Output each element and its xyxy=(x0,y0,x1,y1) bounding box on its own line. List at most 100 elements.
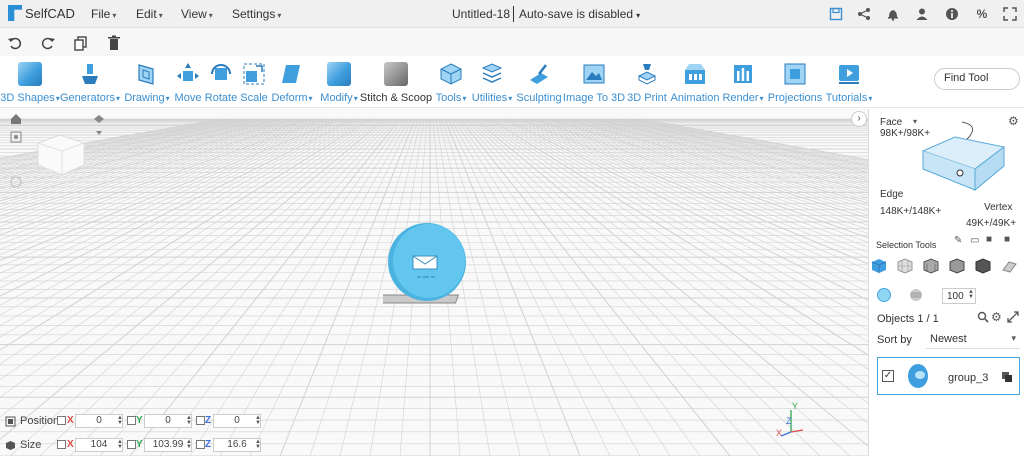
position-y-stepper[interactable]: ▲ ▼ xyxy=(186,415,192,426)
autosave-dropdown[interactable]: Auto-save is disabled xyxy=(519,7,640,21)
size-y-input[interactable]: 103.99 xyxy=(144,438,192,452)
face-dropdown-caret-icon[interactable]: ▾ xyxy=(913,117,917,126)
find-tool-input[interactable]: Find Tool xyxy=(934,68,1020,90)
collapse-panel-chevron-icon[interactable]: › xyxy=(851,111,867,127)
tool-sculpting[interactable]: Sculpting xyxy=(516,58,562,108)
size-x-stepper[interactable]: ▲ ▼ xyxy=(117,439,123,450)
size-z-stepper[interactable]: ▲ ▼ xyxy=(255,439,261,450)
vertex-count: 49K+/49K+ xyxy=(966,218,1017,229)
face-label[interactable]: Face xyxy=(880,117,902,128)
tool-stitch-scoop[interactable]: Stitch & Scoop xyxy=(360,58,432,108)
model-group-3[interactable] xyxy=(376,222,469,314)
tool-tutorials[interactable]: Tutorials xyxy=(825,58,873,108)
share-icon[interactable] xyxy=(857,7,871,21)
menu-edit[interactable]: Edit xyxy=(136,7,163,21)
paint-select-icon[interactable]: ✎ xyxy=(954,235,962,246)
trash-icon[interactable] xyxy=(106,35,122,51)
printer-icon xyxy=(635,62,659,86)
utilities-icon xyxy=(480,62,504,86)
color-swatch[interactable] xyxy=(877,288,891,302)
size-y-stepper[interactable]: ▲ ▼ xyxy=(186,439,192,450)
size-y-checkbox[interactable] xyxy=(127,440,136,449)
position-x-checkbox[interactable] xyxy=(57,416,66,425)
app-logo[interactable]: SelfCAD xyxy=(8,5,75,21)
object-group-icon[interactable] xyxy=(1001,371,1013,386)
tool-image-to-3d[interactable]: Image To 3D xyxy=(563,58,625,108)
info-icon[interactable] xyxy=(945,7,959,21)
menu-file[interactable]: File xyxy=(91,7,116,21)
objects-header: Objects 1 / 1 xyxy=(877,313,939,325)
percent-icon[interactable]: % xyxy=(975,7,989,21)
tool-animation[interactable]: Animation xyxy=(669,58,721,108)
wireframe-mode-icon[interactable] xyxy=(897,258,913,274)
document-title[interactable]: Untitled-18 xyxy=(452,7,510,21)
objects-expand-icon[interactable] xyxy=(1007,311,1019,326)
tool-3d-shapes[interactable]: 3D Shapes xyxy=(0,58,60,108)
object-list-item[interactable]: ✓ group_3 xyxy=(877,357,1020,395)
tool-move[interactable]: Move xyxy=(173,58,203,108)
tool-modify[interactable]: Modify xyxy=(317,58,361,108)
invert-select-icon[interactable]: ■ xyxy=(1004,234,1010,245)
camera-focus-icon[interactable] xyxy=(10,131,22,146)
object-thumbnail xyxy=(905,363,931,392)
position-x-stepper[interactable]: ▲ ▼ xyxy=(117,415,123,426)
tool-deform[interactable]: Deform xyxy=(269,58,315,108)
size-z-checkbox[interactable] xyxy=(196,440,205,449)
home-icon[interactable] xyxy=(10,113,22,128)
selection-mode-cube[interactable] xyxy=(920,120,1010,200)
axis-x-label: X xyxy=(776,428,783,438)
objects-settings-gear-icon[interactable]: ⚙ xyxy=(991,310,1002,324)
select-all-icon[interactable]: ■ xyxy=(986,234,992,245)
menu-view[interactable]: View xyxy=(181,7,213,21)
size-x-checkbox[interactable] xyxy=(57,440,66,449)
mesh-mode-icon[interactable] xyxy=(923,258,939,274)
undo-icon[interactable] xyxy=(7,35,23,51)
position-y-checkbox[interactable] xyxy=(127,416,136,425)
edge-label[interactable]: Edge xyxy=(880,189,903,200)
plane-mode-icon[interactable] xyxy=(1001,258,1017,274)
bell-icon[interactable] xyxy=(886,7,900,21)
texture-icon[interactable] xyxy=(909,288,923,305)
tool-3d-print[interactable]: 3D Print xyxy=(626,58,668,108)
position-z-input[interactable]: 0 xyxy=(213,414,261,428)
copy-icon[interactable] xyxy=(73,35,89,51)
title-divider xyxy=(513,6,514,22)
perspective-icon[interactable] xyxy=(10,176,22,191)
modify-icon xyxy=(327,62,351,86)
redo-icon[interactable] xyxy=(40,35,56,51)
objects-search-icon[interactable] xyxy=(977,311,989,326)
size-z-input[interactable]: 16.6 xyxy=(213,438,261,452)
tool-utilities[interactable]: Utilities xyxy=(470,58,514,108)
tool-projections[interactable]: Projections xyxy=(767,58,823,108)
quick-toolbar xyxy=(0,28,1024,56)
dark-mode-icon[interactable] xyxy=(975,258,991,274)
vertex-label[interactable]: Vertex xyxy=(984,202,1012,213)
tool-drawing[interactable]: Drawing xyxy=(121,58,173,108)
view-cube-toggle-icon[interactable] xyxy=(92,113,106,140)
app-name: SelfCAD xyxy=(25,5,75,21)
shaded-mode-icon[interactable] xyxy=(949,258,965,274)
position-z-checkbox[interactable] xyxy=(196,416,205,425)
tool-rotate[interactable]: Rotate xyxy=(204,58,238,108)
size-x-input[interactable]: 104 xyxy=(75,438,123,452)
drawing-icon xyxy=(135,62,159,86)
box-select-icon[interactable]: ▭ xyxy=(970,235,979,246)
user-icon[interactable] xyxy=(915,7,929,21)
view-cube[interactable] xyxy=(34,133,88,180)
sort-by-select[interactable]: Newest xyxy=(926,331,1020,349)
solid-mode-icon[interactable] xyxy=(871,258,887,274)
position-z-stepper[interactable]: ▲ ▼ xyxy=(255,415,261,426)
object-visibility-checkbox[interactable]: ✓ xyxy=(882,370,894,382)
save-icon[interactable] xyxy=(829,7,843,21)
position-x-input[interactable]: 0 xyxy=(75,414,123,428)
tool-generators[interactable]: Generators xyxy=(60,58,120,108)
stitch-scoop-icon xyxy=(384,62,408,86)
tool-render[interactable]: Render xyxy=(722,58,764,108)
fullscreen-icon[interactable] xyxy=(1003,7,1017,21)
object-name[interactable]: group_3 xyxy=(948,372,988,384)
position-y-input[interactable]: 0 xyxy=(144,414,192,428)
tool-tools[interactable]: Tools xyxy=(433,58,469,108)
tool-scale[interactable]: Scale xyxy=(239,58,269,108)
opacity-stepper[interactable]: ▲ ▼ xyxy=(968,289,974,300)
menu-settings[interactable]: Settings xyxy=(232,7,281,21)
